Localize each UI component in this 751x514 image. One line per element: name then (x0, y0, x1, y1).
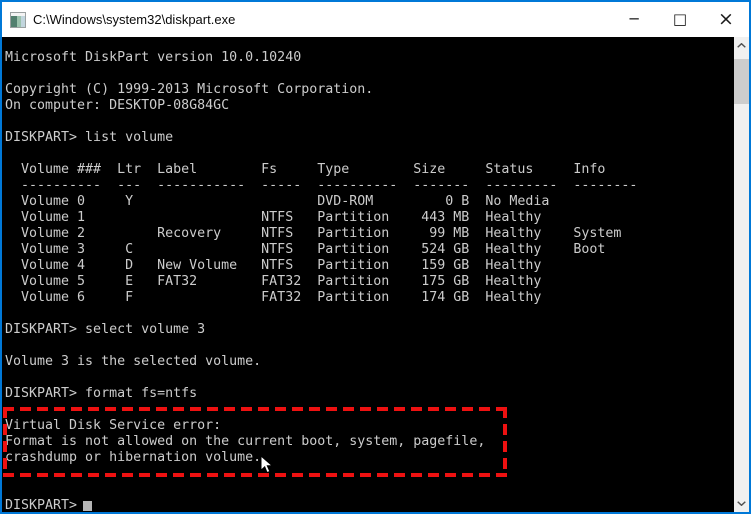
console-line: ---------- --- ----------- ----- -------… (5, 178, 638, 193)
console-app-icon (10, 11, 26, 28)
console-line: Volume 6 F FAT32 Partition 174 GB Health… (5, 290, 542, 305)
console-line: DISKPART> (5, 498, 86, 512)
console-line: DISKPART> format fs=ntfs (5, 386, 198, 401)
console-line: Volume ### Ltr Label Fs Type Size Status… (5, 162, 606, 177)
minimize-icon: ─ (629, 10, 639, 28)
console-line: Volume 3 is the selected volume. (5, 354, 262, 369)
error-box-edge (3, 407, 7, 477)
console-line: Volume 3 C NTFS Partition 524 GB Healthy… (5, 242, 606, 257)
scrollbar-thumb[interactable] (734, 59, 749, 104)
error-highlight-box (3, 407, 507, 477)
title-bar[interactable]: C:\Windows\system32\diskpart.exe ─ □ × (2, 2, 749, 37)
scroll-up-button[interactable] (734, 37, 749, 54)
console-line: DISKPART> select volume 3 (5, 322, 206, 337)
console-line: Volume 2 Recovery NTFS Partition 99 MB H… (5, 226, 622, 241)
close-icon: × (718, 8, 734, 30)
minimize-button[interactable]: ─ (611, 2, 657, 37)
console-line: Volume 1 NTFS Partition 443 MB Healthy (5, 210, 542, 225)
error-box-edge (503, 407, 507, 477)
window-title: C:\Windows\system32\diskpart.exe (33, 12, 236, 27)
mouse-cursor (260, 455, 274, 474)
console-line: Volume 4 D New Volume NTFS Partition 159… (5, 258, 542, 273)
text-cursor-block (83, 501, 92, 511)
console-line: Volume 0 Y DVD-ROM 0 B No Media (5, 194, 550, 209)
error-box-edge (3, 473, 507, 477)
console-line: DISKPART> list volume (5, 130, 174, 145)
chevron-up-icon (737, 43, 746, 48)
error-box-edge (3, 407, 507, 411)
scroll-down-button[interactable] (734, 495, 749, 512)
console-output-area[interactable]: Microsoft DiskPart version 10.0.10240 Cop… (2, 37, 734, 512)
diskpart-window: C:\Windows\system32\diskpart.exe ─ □ × M… (0, 0, 751, 514)
close-button[interactable]: × (703, 2, 749, 37)
window-controls: ─ □ × (611, 2, 749, 37)
console-line: Volume 5 E FAT32 FAT32 Partition 175 GB … (5, 274, 542, 289)
chevron-down-icon (737, 501, 746, 506)
console-line: Microsoft DiskPart version 10.0.10240 (5, 50, 302, 65)
vertical-scrollbar[interactable] (734, 37, 749, 512)
maximize-button[interactable]: □ (657, 2, 703, 37)
console-line: On computer: DESKTOP-08G84GC (5, 98, 230, 113)
maximize-icon: □ (672, 10, 688, 28)
console-line: Copyright (C) 1999-2013 Microsoft Corpor… (5, 82, 374, 97)
